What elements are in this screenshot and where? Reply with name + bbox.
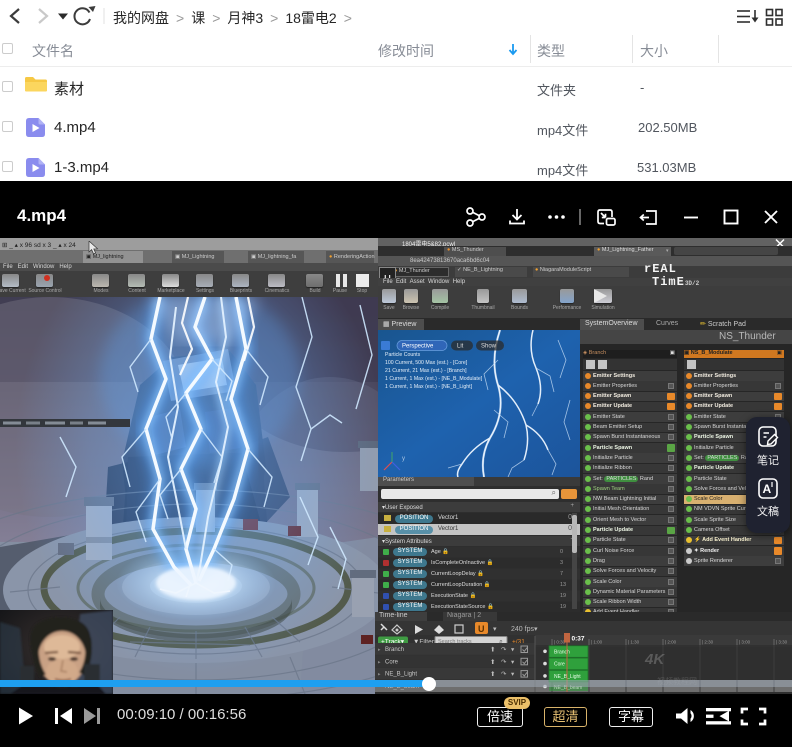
svg-text:Branch: Branch (554, 649, 570, 655)
svg-text:| 2:00: | 2:00 (665, 640, 677, 645)
svg-text:A: A (763, 482, 772, 496)
svg-text:⬆: ⬆ (490, 658, 495, 666)
svg-text:y: y (402, 456, 405, 462)
svg-text:⬆: ⬆ (490, 670, 495, 678)
svg-text:| 1:30: | 1:30 (628, 640, 640, 645)
svg-text:4K: 4K (644, 651, 665, 668)
svg-text:| 3:00: | 3:00 (739, 640, 751, 645)
svg-text:| 2:30: | 2:30 (702, 640, 714, 645)
svg-text:Perspective: Perspective (402, 344, 434, 350)
svg-text:Core: Core (554, 662, 565, 668)
svg-text:Lit: Lit (457, 344, 464, 350)
svg-text:Show: Show (481, 344, 497, 350)
svg-text:1 Current, 1 Max (est.) - [NE_: 1 Current, 1 Max (est.) - [NE_B_Light] (385, 384, 473, 390)
svg-text:100 Current, 500 Max (est.) -: 100 Current, 500 Max (est.) - [Core] (385, 360, 468, 366)
svg-text:0:37: 0:37 (572, 636, 585, 643)
svg-text:Particle Counts: Particle Counts (385, 352, 421, 358)
svg-text:Core: Core (385, 659, 399, 665)
svg-text:1 Current, 1 Max (est.) - [NE_: 1 Current, 1 Max (est.) - [NE_B_Modulate… (385, 376, 483, 382)
svg-text:21 Current, 21 Max (est.) - [B: 21 Current, 21 Max (est.) - [Branch] (385, 368, 467, 374)
svg-text:| 1:00: | 1:00 (591, 640, 603, 645)
svg-text:⬆: ⬆ (490, 646, 495, 654)
svg-text:| 0:30: | 0:30 (554, 640, 566, 645)
svg-text:↷: ↷ (501, 659, 507, 666)
svg-text:NE_B_Light: NE_B_Light (554, 674, 581, 680)
svg-text:↷: ↷ (501, 671, 507, 678)
svg-text:| 3:30: | 3:30 (776, 640, 788, 645)
svg-text:↷: ↷ (501, 647, 507, 654)
svg-text:NE_B_Light: NE_B_Light (385, 672, 417, 678)
svg-text:Branch: Branch (385, 647, 404, 653)
